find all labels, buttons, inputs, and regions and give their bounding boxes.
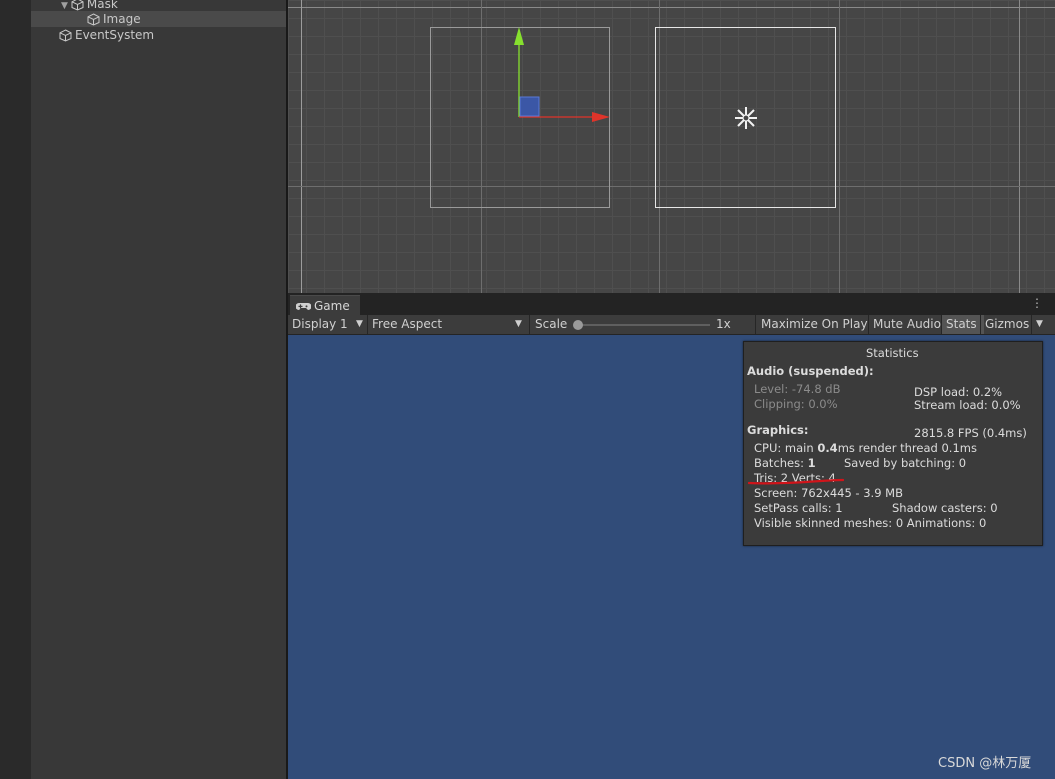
canvas-boundary-line [288, 7, 1055, 8]
hierarchy-item-eventsystem[interactable]: EventSystem [59, 27, 154, 43]
statistics-panel: Statistics Audio (suspended): Level: -74… [743, 341, 1043, 546]
toolbar-divider [529, 315, 530, 334]
toolbar-divider [367, 315, 368, 334]
hierarchy-item-label: Image [103, 12, 141, 26]
scene-view[interactable] [288, 0, 1055, 293]
move-tool-gizmo[interactable] [508, 24, 613, 124]
shadow-casters: Shadow casters: 0 [892, 501, 998, 515]
gamepad-icon [296, 303, 311, 310]
scale-slider-track[interactable] [578, 324, 710, 326]
tab-game[interactable]: Game [290, 295, 360, 316]
aspect-dropdown-label: Free Aspect [372, 317, 443, 331]
xy-plane-handle[interactable] [519, 96, 540, 117]
x-axis-arrow-icon[interactable] [592, 112, 610, 122]
graphics-header: Graphics: [747, 423, 809, 437]
game-toolbar: Display 1 ▼ Free Aspect ▼ Scale 1x Maxim… [288, 315, 1055, 335]
statistics-title: Statistics [866, 346, 919, 360]
stream-load: Stream load: 0.0% [914, 398, 1021, 412]
saved-by-batching: Saved by batching: 0 [844, 456, 967, 470]
toolbar-divider [868, 315, 869, 334]
batches: Batches: 1 [754, 456, 816, 470]
fps-readout: 2815.8 FPS (0.4ms) [914, 426, 1027, 440]
gameobject-cube-icon [59, 29, 72, 42]
hierarchy-item-label: EventSystem [75, 28, 155, 42]
screen-info: Screen: 762x445 - 3.9 MB [754, 486, 903, 500]
toolbar-divider [980, 315, 981, 334]
gameobject-cube-icon [71, 0, 84, 11]
scale-label: Scale [535, 317, 568, 331]
canvas-boundary-line [301, 0, 302, 293]
gizmos-dropdown-chevron-down-icon[interactable]: ▼ [1036, 315, 1043, 334]
toolbar-divider [755, 315, 756, 334]
gizmos-toggle[interactable]: Gizmos [985, 315, 1029, 334]
canvas-boundary-line [1019, 0, 1020, 293]
skinned-meshes-animations: Visible skinned meshes: 0 Animations: 0 [754, 516, 987, 530]
display-dropdown-label: Display 1 [292, 317, 348, 331]
aspect-dropdown[interactable]: Free Aspect ▼ [372, 315, 527, 334]
grid-axis-line [839, 0, 840, 293]
scale-value: 1x [716, 317, 731, 331]
hierarchy-item-image[interactable]: Image [31, 11, 286, 27]
chevron-down-icon: ▼ [356, 319, 363, 329]
maximize-on-play-toggle[interactable]: Maximize On Play [761, 315, 868, 334]
cpu-timing: CPU: main 0.4ms render thread 0.1ms [754, 441, 977, 455]
y-axis-arrow-icon[interactable] [514, 27, 524, 45]
more-options-icon[interactable]: ⋮ [1031, 296, 1043, 310]
chevron-down-icon: ▼ [515, 319, 522, 329]
dsp-load: DSP load: 0.2% [914, 385, 1003, 399]
game-tab-bar: Game ⋮ [288, 293, 1055, 316]
rect-pivot-icon[interactable] [733, 105, 759, 131]
stats-toggle[interactable]: Stats [942, 315, 984, 334]
scale-slider-thumb[interactable] [573, 320, 583, 330]
display-dropdown[interactable]: Display 1 ▼ [292, 315, 366, 334]
hierarchy-panel: ▼ Mask Image EventSystem [31, 0, 286, 779]
audio-clipping: Clipping: 0.0% [754, 397, 838, 411]
hierarchy-item-label: Mask [86, 0, 118, 11]
gameobject-cube-icon [87, 13, 100, 26]
watermark: CSDN @林万厦 [938, 756, 1032, 771]
setpass-calls: SetPass calls: 1 [754, 501, 843, 515]
tab-game-label: Game [314, 299, 350, 313]
mute-audio-toggle[interactable]: Mute Audio [873, 315, 941, 334]
toolbar-divider [1031, 315, 1032, 334]
left-toolbar-strip [0, 0, 31, 779]
audio-level: Level: -74.8 dB [754, 382, 841, 396]
audio-header: Audio (suspended): [747, 364, 874, 378]
